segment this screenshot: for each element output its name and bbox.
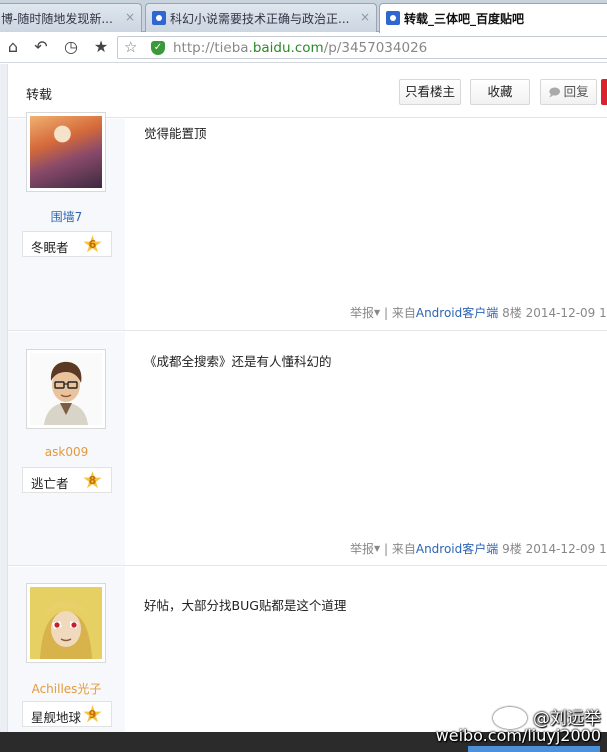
browser-tab-weibo[interactable]: 博-随时随地发现新... × [0,3,142,32]
tab-close-icon[interactable]: × [125,10,135,24]
baidu-paw-icon [152,11,166,25]
url-text: http://tieba.baidu.com/p/3457034026 [173,40,428,56]
post-floor-8: 围墙7 冬眠者 6 觉得能置顶 举报▼ | 来自Android客户端 8楼 20… [8,112,607,331]
avatar[interactable] [26,349,106,429]
post-tail: 举报▼ | 来自Android客户端 8楼 2014-12-09 10 [350,304,607,321]
floor-number: 8楼 [502,306,522,320]
post-content: 觉得能置顶 [144,126,207,141]
browser-tab-active[interactable]: 转载_三体吧_百度贴吧 [379,3,607,33]
level-star-icon: 6 [83,235,102,254]
tab-label: 转载_三体吧_百度贴吧 [404,12,525,26]
browser-toolbar: ⌂ ↶ ◷ ★ ☆ ✓ http://tieba.baidu.com/p/345… [0,32,607,63]
history-clock-icon[interactable]: ◷ [60,37,82,57]
level-star-icon: 9 [83,705,102,724]
level-badge[interactable]: 逃亡者 8 [22,467,112,493]
username-link[interactable]: ask009 [8,445,125,459]
post-content: 《成都全搜索》还是有人懂科幻的 [144,354,332,369]
red-action-button[interactable] [601,79,607,105]
level-badge[interactable]: 冬眠者 6 [22,231,112,257]
home-icon[interactable]: ⌂ [2,37,24,57]
browser-tab-scifi[interactable]: 科幻小说需要技术正确与政治正... × [145,3,377,32]
post-content: 好帖，大部分找BUG贴都是这个道理 [144,598,347,613]
tieba-page: 转载 只看楼主 收藏 回复 围墙7 冬眠者 6 觉得能置顶 举报▼ | 来自An… [0,64,607,732]
tab-label: 博-随时随地发现新... [1,12,113,26]
source-prefix: | 来自 [384,542,416,556]
favorites-star-icon[interactable]: ★ [90,37,112,57]
level-title: 冬眠者 [31,240,69,255]
undo-icon[interactable]: ↶ [30,37,52,57]
thread-header: 转载 只看楼主 收藏 回复 [8,64,607,118]
avatar[interactable] [26,112,106,192]
favorite-button[interactable]: 收藏 [470,79,530,105]
browser-tab-strip: 博-随时随地发现新... × 科幻小说需要技术正确与政治正... × 转载_三体… [0,0,607,33]
post-floor-9: ask009 逃亡者 8 《成都全搜索》还是有人懂科幻的 举报▼ | 来自And… [8,332,607,566]
post-timestamp: 2014-12-09 10 [525,306,607,320]
bottom-blue-button[interactable] [468,746,600,752]
weibo-watermark-site: weibo.com/liuyj2000 [435,726,601,745]
report-link[interactable]: 举报▼ [350,306,380,320]
avatar[interactable] [26,583,106,663]
thread-title: 转载 [26,88,53,103]
level-star-icon: 8 [83,471,102,490]
source-prefix: | 来自 [384,306,416,320]
avatar-image [30,353,102,425]
avatar-image [30,116,102,188]
only-op-button[interactable]: 只看楼主 [399,79,461,105]
source-link[interactable]: Android客户端 [416,306,498,320]
tab-label: 科幻小说需要技术正确与政治正... [170,12,350,26]
avatar-drawing [30,587,102,659]
post-timestamp: 2014-12-09 10 [525,542,607,556]
post-tail: 举报▼ | 来自Android客户端 9楼 2014-12-09 10 [350,540,607,557]
level-badge[interactable]: 星舰地球 9 [22,701,112,727]
left-gutter [0,64,8,732]
reply-label: 回复 [563,84,589,99]
bookmark-star-icon[interactable]: ☆ [124,38,137,56]
report-link[interactable]: 举报▼ [350,542,380,556]
avatar-image [30,587,102,659]
tab-close-icon[interactable]: × [360,10,370,24]
avatar-drawing [30,353,102,425]
level-title: 逃亡者 [31,476,69,491]
security-shield-icon: ✓ [151,41,165,55]
source-link[interactable]: Android客户端 [416,542,498,556]
username-link[interactable]: Achilles光子 [8,680,125,697]
floor-number: 9楼 [502,542,522,556]
reply-button[interactable]: 回复 [540,79,597,105]
username-link[interactable]: 围墙7 [8,208,125,225]
address-bar[interactable]: ☆ ✓ http://tieba.baidu.com/p/3457034026 [117,36,607,59]
baidu-paw-icon [386,11,400,25]
level-title: 星舰地球 [31,710,82,725]
